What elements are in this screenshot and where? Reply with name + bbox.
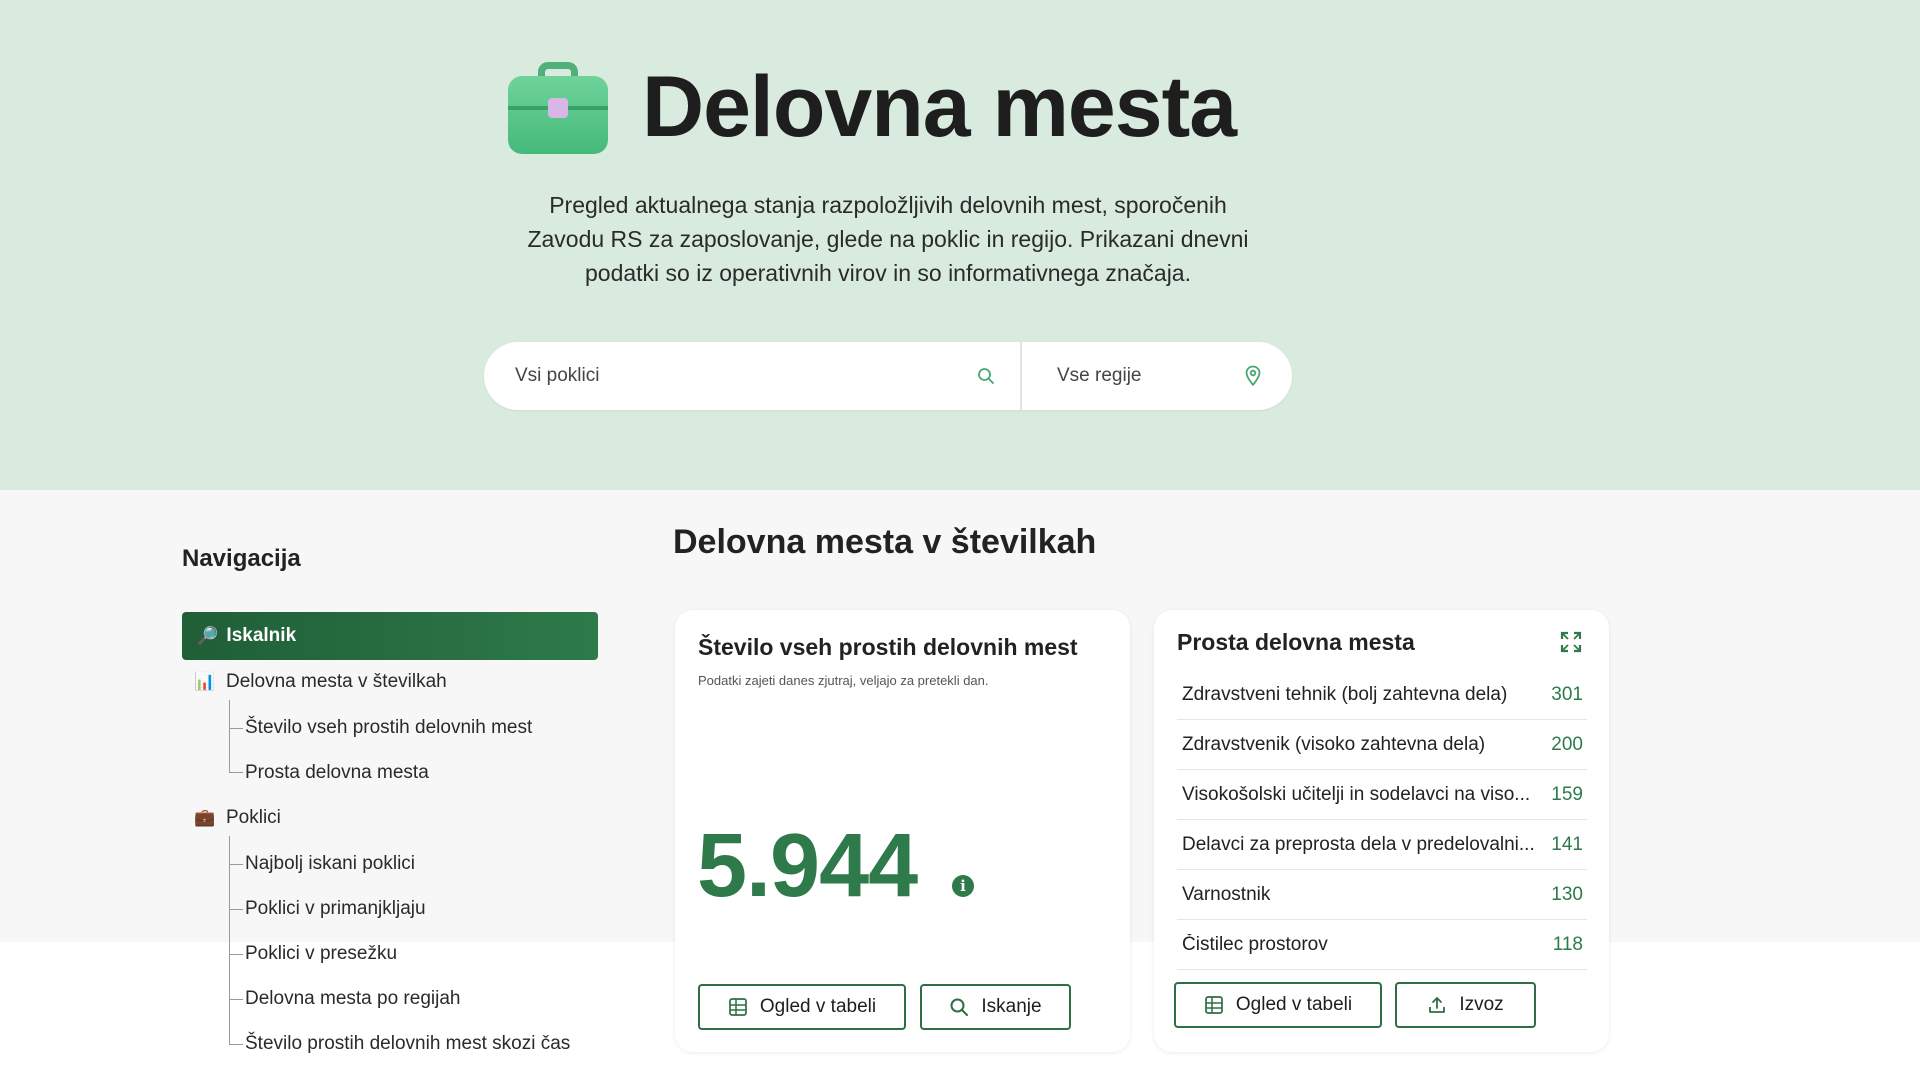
page-description: Pregled aktualnega stanja razpoložljivih… xyxy=(527,192,1249,286)
nav-item-label: Delovna mesta v številkah xyxy=(226,671,447,692)
region-search-input[interactable] xyxy=(1057,365,1237,387)
occupation-label: Varnostnik xyxy=(1182,883,1271,905)
list-item[interactable]: Zdravstvenik (visoko zahtevna dela) 200 xyxy=(1177,720,1587,770)
total-jobs-value: 5.944 xyxy=(697,816,918,916)
magnifier-icon: 🔎 xyxy=(196,625,219,646)
upload-icon xyxy=(1429,997,1446,1013)
nav-title: Navigacija xyxy=(182,545,301,572)
tree-branch xyxy=(229,864,243,865)
nav-subitem-najbolj-iskani[interactable]: Najbolj iskani poklici xyxy=(245,853,415,875)
info-icon[interactable]: i xyxy=(952,875,974,897)
occupation-label: Visokošolski učitelji in sodelavci na vi… xyxy=(1182,783,1531,805)
nav-item-iskalnik[interactable]: 🔎 Iskalnik xyxy=(182,612,598,660)
button-label: Ogled v tabeli xyxy=(759,996,877,1017)
button-label: Iskanje xyxy=(981,996,1042,1017)
button-label: Ogled v tabeli xyxy=(1235,994,1353,1015)
occupation-count: 200 xyxy=(1551,733,1583,755)
occupation-label: Zdravstvenik (visoko zahtevna dela) xyxy=(1182,733,1486,755)
page-title: Delovna mesta xyxy=(642,59,1237,155)
occupation-label: Delavci za preprosta dela v predelovalni… xyxy=(1182,833,1535,855)
expand-icon[interactable] xyxy=(1560,631,1582,653)
occupation-count: 130 xyxy=(1551,883,1583,905)
occupation-count: 301 xyxy=(1551,683,1583,705)
list-item[interactable]: Čistilec prostorov 118 xyxy=(1177,920,1587,970)
card-title: Prosta delovna mesta xyxy=(1177,629,1415,655)
bar-chart-icon: 📊 xyxy=(194,672,216,691)
map-pin-icon[interactable] xyxy=(1244,365,1262,387)
occupation-count: 159 xyxy=(1551,783,1583,805)
tree-line xyxy=(229,700,230,772)
nav-subitem-po-regijah[interactable]: Delovna mesta po regijah xyxy=(245,988,460,1010)
tree-branch xyxy=(229,954,243,955)
occupation-label: Zdravstveni tehnik (bolj zahtevna dela) xyxy=(1182,683,1508,705)
briefcase-icon xyxy=(508,61,608,154)
nav-subitem-skozi-cas[interactable]: Število prostih delovnih mest skozi čas xyxy=(245,1033,570,1055)
region-search-field[interactable] xyxy=(1022,342,1292,410)
table-icon xyxy=(729,998,747,1016)
search-bar xyxy=(484,342,1292,410)
briefcase-small-icon: 💼 xyxy=(194,808,216,827)
search-button[interactable]: Iskanje xyxy=(920,984,1071,1030)
section-title: Delovna mesta v številkah xyxy=(673,523,1097,561)
export-button[interactable]: Izvoz xyxy=(1395,982,1536,1028)
tree-branch xyxy=(229,1044,243,1045)
card-note: Podatki zajeti danes zjutraj, veljajo za… xyxy=(698,673,989,688)
occupation-search-input[interactable] xyxy=(515,365,935,387)
job-openings-card: Prosta delovna mesta Zdravstveni tehnik … xyxy=(1154,610,1609,1052)
hero-title-row: Delovna mesta xyxy=(508,58,1237,157)
search-icon xyxy=(950,998,969,1016)
job-openings-list: Zdravstveni tehnik (bolj zahtevna dela) 3… xyxy=(1177,670,1587,970)
tree-branch xyxy=(229,728,243,729)
list-item[interactable]: Zdravstveni tehnik (bolj zahtevna dela) 3… xyxy=(1177,670,1587,720)
nav-subitem-presezek[interactable]: Poklici v presežku xyxy=(245,943,397,965)
list-item[interactable]: Visokošolski učitelji in sodelavci na vi… xyxy=(1177,770,1587,820)
occupation-count: 118 xyxy=(1552,933,1583,955)
nav-item-delovna-mesta-v-stevilkah[interactable]: 📊 Delovna mesta v številkah xyxy=(194,671,447,693)
search-icon[interactable] xyxy=(976,366,996,386)
button-label: Izvoz xyxy=(1459,994,1504,1015)
tree-line xyxy=(229,836,230,1044)
total-jobs-card: Število vseh prostih delovnih mest Podat… xyxy=(675,610,1130,1052)
nav-subitem-stevilo-prostih[interactable]: Število vseh prostih delovnih mest xyxy=(245,717,532,739)
card-title: Število vseh prostih delovnih mest xyxy=(698,634,1078,660)
occupation-search-field[interactable] xyxy=(484,342,1022,410)
tree-branch xyxy=(229,772,243,773)
tree-branch xyxy=(229,999,243,1000)
table-view-button[interactable]: Ogled v tabeli xyxy=(698,984,906,1030)
table-icon xyxy=(1205,996,1223,1014)
nav-subitem-primanjkljaj[interactable]: Poklici v primanjkljaju xyxy=(245,898,426,920)
occupation-count: 141 xyxy=(1551,833,1583,855)
nav-item-label: Iskalnik xyxy=(226,625,297,646)
list-item[interactable]: Delavci za preprosta dela v predelovalni… xyxy=(1177,820,1587,870)
nav-item-poklici[interactable]: 💼 Poklici xyxy=(194,807,281,829)
list-item[interactable]: Varnostnik 130 xyxy=(1177,870,1587,920)
nav-item-label: Poklici xyxy=(226,807,281,828)
nav-subitem-prosta-delovna-mesta[interactable]: Prosta delovna mesta xyxy=(245,762,429,784)
tree-branch xyxy=(229,909,243,910)
occupation-label: Čistilec prostorov xyxy=(1182,933,1328,955)
table-view-button[interactable]: Ogled v tabeli xyxy=(1174,982,1382,1028)
